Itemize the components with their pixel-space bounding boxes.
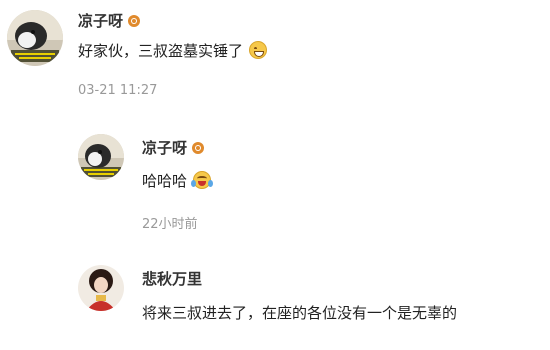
- comment-text: 哈哈哈: [142, 170, 214, 191]
- comment-time: 03-21 11:27: [78, 83, 158, 98]
- username-text[interactable]: 凉子呀: [78, 12, 123, 30]
- grin-emoji-icon: [249, 41, 268, 59]
- username[interactable]: 凉子呀: [142, 137, 205, 158]
- avatar[interactable]: [78, 134, 124, 180]
- comment-text-content: 好家伙，三叔盗墓实锤了: [78, 42, 244, 60]
- comment-text: 好家伙，三叔盗墓实锤了: [78, 40, 268, 61]
- username[interactable]: 凉子呀: [78, 10, 141, 31]
- comment-text-content: 将来三叔进去了，在座的各位没有一个是无辜的: [142, 304, 458, 322]
- comment-text: 将来三叔进去了，在座的各位没有一个是无辜的: [142, 302, 457, 323]
- member-badge-icon: [128, 15, 141, 27]
- laugh-cry-emoji-icon: [191, 171, 214, 189]
- username-text[interactable]: 悲秋万里: [142, 270, 202, 288]
- username[interactable]: 悲秋万里: [142, 268, 202, 289]
- avatar[interactable]: [78, 265, 124, 311]
- member-badge-icon: [192, 142, 205, 154]
- username-text[interactable]: 凉子呀: [142, 139, 187, 157]
- comment-time: 22小时前: [142, 217, 198, 232]
- comment-text-content: 哈哈哈: [142, 172, 188, 190]
- avatar[interactable]: [7, 10, 63, 66]
